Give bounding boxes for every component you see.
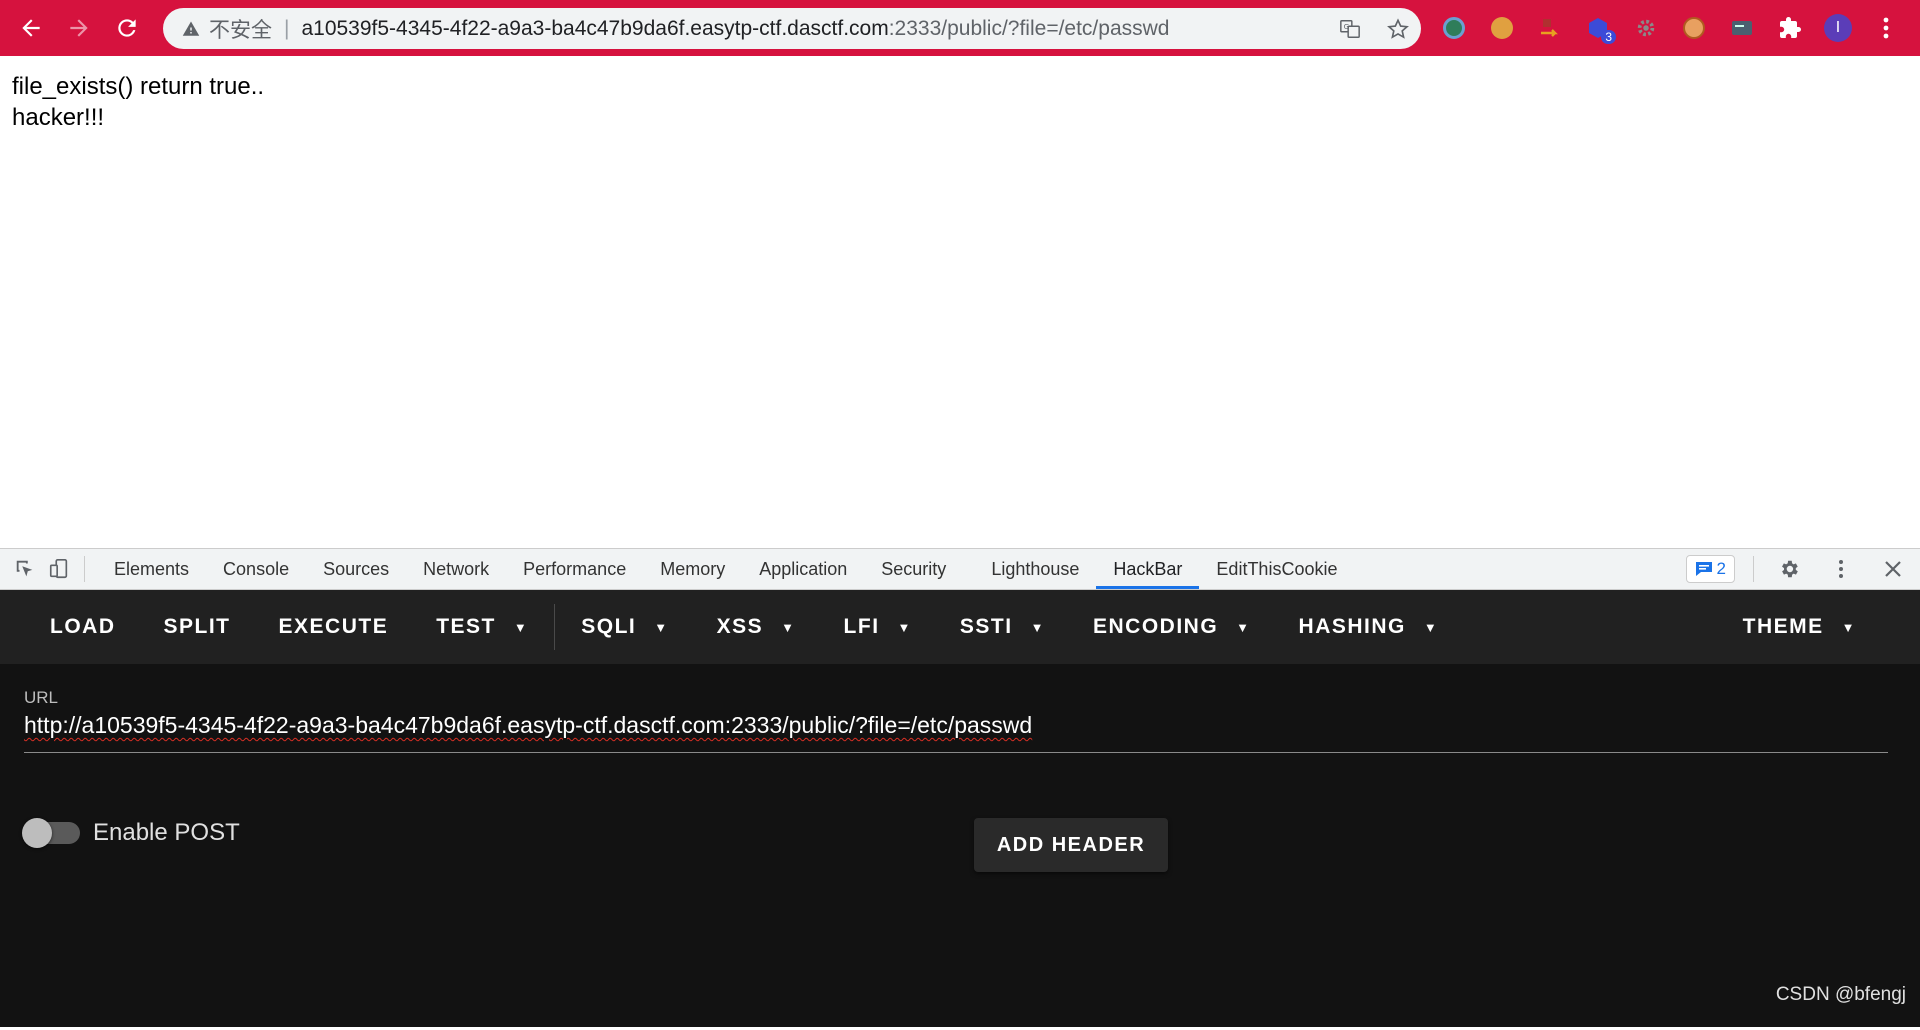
tab-application[interactable]: Application	[742, 549, 864, 589]
close-icon[interactable]	[1876, 552, 1910, 586]
execute-button[interactable]: EXECUTE	[255, 590, 413, 664]
tab-console[interactable]: Console	[206, 549, 306, 589]
arrow-left-icon	[22, 19, 40, 37]
settings-gear-icon[interactable]	[1772, 552, 1806, 586]
tab-sources[interactable]: Sources	[306, 549, 406, 589]
lfi-label: LFI	[843, 615, 880, 638]
xss-dropdown[interactable]: XSS ▼	[693, 590, 820, 664]
url-input[interactable]: http://a10539f5-4345-4f22-a9a3-ba4c47b9d…	[24, 712, 1032, 739]
page-text-line-1: file_exists() return true..	[12, 73, 265, 100]
toggle-knob	[22, 818, 52, 848]
add-header-label: ADD HEADER	[996, 833, 1146, 856]
hashing-dropdown[interactable]: HASHING ▼	[1275, 590, 1463, 664]
address-host: a10539f5-4345-4f22-a9a3-ba4c47b9da6f.eas…	[301, 16, 889, 40]
caret-down-icon: ▼	[1423, 619, 1439, 635]
theme-label: THEME	[1742, 615, 1824, 638]
arrow-right-icon	[70, 19, 88, 37]
ext-face-icon[interactable]	[1678, 12, 1710, 44]
load-button[interactable]: LOAD	[26, 590, 140, 664]
tab-hackbar[interactable]: HackBar	[1096, 549, 1200, 589]
star-icon[interactable]	[1387, 17, 1409, 40]
test-label: TEST	[436, 615, 496, 638]
tab-editthiscookie[interactable]: EditThisCookie	[1199, 549, 1354, 589]
devtools-right-separator	[1753, 556, 1754, 582]
caret-down-icon: ▼	[897, 619, 912, 635]
lfi-dropdown[interactable]: LFI ▼	[820, 590, 936, 664]
caret-down-icon: ▼	[1236, 619, 1251, 635]
page-text-line-2: hacker!!!	[12, 104, 105, 131]
browser-toolbar: 不安全 | a10539f5-4345-4f22-a9a3-ba4c47b9da…	[0, 0, 1920, 56]
encoding-label: ENCODING	[1092, 615, 1219, 638]
hackbar-panel: LOAD SPLIT EXECUTE TEST ▼ SQLI ▼ XSS ▼ LFI ▼…	[0, 590, 1920, 1030]
device-toolbar-icon[interactable]	[42, 552, 76, 586]
sqli-dropdown[interactable]: SQLI ▼	[557, 590, 692, 664]
caret-down-icon: ▼	[781, 619, 796, 635]
reload-icon	[118, 19, 136, 37]
profile-button[interactable]: I	[1822, 12, 1854, 44]
caret-down-icon: ▼	[513, 619, 529, 635]
url-input-underline	[24, 752, 1888, 753]
security-label[interactable]: 不安全	[209, 14, 272, 44]
hashing-label: HASHING	[1298, 615, 1406, 638]
ssti-dropdown[interactable]: SSTI ▼	[936, 590, 1069, 664]
tab-network[interactable]: Network	[406, 549, 506, 589]
watermark: CSDN @bfengj	[1775, 984, 1906, 1005]
test-dropdown[interactable]: TEST ▼	[412, 590, 552, 664]
url-field-label: URL	[24, 688, 59, 707]
svg-text:G: G	[1344, 22, 1350, 31]
encoding-dropdown[interactable]: ENCODING ▼	[1069, 590, 1275, 664]
inspect-element-icon[interactable]	[8, 552, 42, 586]
tab-memory[interactable]: Memory	[643, 549, 742, 589]
ssti-label: SSTI	[959, 615, 1013, 638]
tab-elements[interactable]: Elements	[97, 549, 206, 589]
extensions-area: 3 I	[1438, 10, 1902, 46]
tab-security[interactable]: Security	[864, 549, 974, 589]
xss-label: XSS	[716, 615, 764, 638]
reload-button[interactable]	[108, 9, 146, 47]
issues-button[interactable]: 2	[1685, 555, 1735, 583]
message-icon	[1695, 562, 1712, 576]
forward-button[interactable]	[60, 9, 98, 47]
execute-label: EXECUTE	[278, 615, 389, 638]
issues-count: 2	[1716, 559, 1726, 578]
back-button[interactable]	[12, 9, 50, 47]
theme-dropdown[interactable]: THEME ▼	[1719, 590, 1880, 664]
warning-icon	[181, 19, 201, 39]
url-input-value: http://a10539f5-4345-4f22-a9a3-ba4c47b9d…	[24, 712, 1033, 738]
ext-globe-icon[interactable]	[1438, 12, 1470, 44]
address-separator: |	[284, 16, 290, 40]
page-body: file_exists() return true.. hacker!!!	[12, 71, 264, 133]
avatar: I	[1824, 14, 1852, 42]
split-label: SPLIT	[163, 615, 231, 638]
translate-icon[interactable]: G	[1339, 18, 1361, 40]
hackbar-menu: LOAD SPLIT EXECUTE TEST ▼ SQLI ▼ XSS ▼ LFI ▼…	[0, 590, 1920, 664]
ext-cube-icon[interactable]: 3	[1582, 12, 1616, 44]
caret-down-icon: ▼	[654, 619, 669, 635]
ext-card-icon[interactable]	[1726, 12, 1758, 44]
sqli-label: SQLI	[581, 615, 637, 638]
caret-down-icon: ▼	[1841, 619, 1856, 635]
address-path: :2333/public/?file=/etc/passwd	[888, 16, 1170, 40]
enable-post-label: Enable POST	[93, 819, 240, 846]
devtools-menu-icon[interactable]	[1824, 552, 1858, 586]
ext-arrow-icon[interactable]	[1534, 12, 1566, 44]
ext-cookie-icon[interactable]	[1486, 12, 1518, 44]
load-label: LOAD	[50, 615, 116, 638]
ext-badge: 3	[1601, 30, 1616, 44]
devtools-tab-bar: Elements Console Sources Network Perform…	[0, 548, 1920, 590]
split-button[interactable]: SPLIT	[140, 590, 255, 664]
caret-down-icon: ▼	[1030, 619, 1045, 635]
enable-post-toggle[interactable]	[22, 818, 80, 848]
address-bar[interactable]: 不安全 | a10539f5-4345-4f22-a9a3-ba4c47b9da…	[163, 8, 1421, 49]
tab-performance[interactable]: Performance	[506, 549, 643, 589]
extensions-puzzle-icon[interactable]	[1774, 12, 1806, 44]
browser-menu-icon[interactable]	[1870, 12, 1902, 44]
tab-lighthouse[interactable]: Lighthouse	[974, 549, 1096, 589]
devtools-separator	[84, 556, 85, 582]
menu-separator	[554, 604, 556, 650]
add-header-button[interactable]: ADD HEADER	[974, 818, 1168, 872]
ext-gear-icon[interactable]	[1630, 12, 1662, 44]
